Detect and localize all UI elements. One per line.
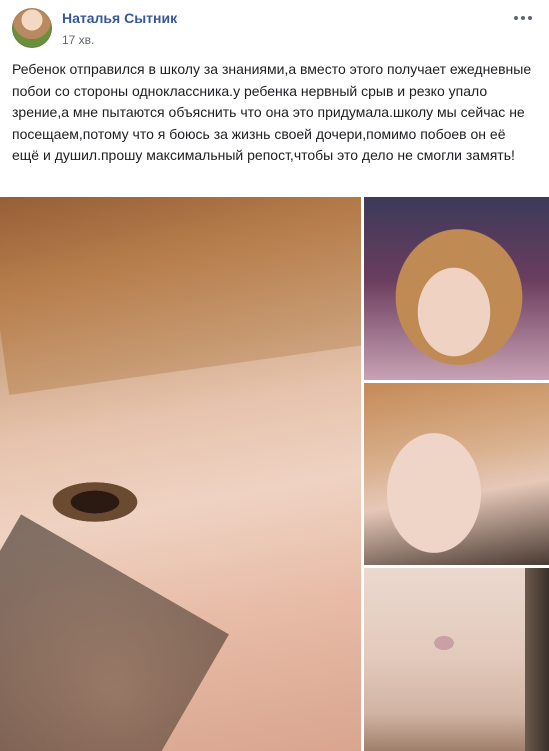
more-dot — [528, 16, 532, 20]
photo-thumbnail-3[interactable] — [364, 568, 549, 751]
author-avatar[interactable] — [12, 8, 52, 48]
post-text: Ребенок отправился в школу за знаниями,а… — [12, 61, 532, 163]
author-name-link[interactable]: Наталья Сытник — [62, 10, 177, 26]
facebook-post: Наталья Сытник 17 хв. Ребенок отправился… — [0, 0, 549, 751]
more-dot — [514, 16, 518, 20]
photo-main[interactable] — [0, 197, 361, 751]
post-timestamp[interactable]: 17 хв. — [62, 33, 94, 47]
photo-thumbnail-2[interactable] — [364, 383, 549, 565]
more-horizontal-icon[interactable] — [511, 8, 535, 28]
more-dot — [521, 16, 525, 20]
photo-thumbnail-1[interactable] — [364, 197, 549, 380]
photo-grid — [0, 197, 549, 751]
post-header: Наталья Сытник 17 хв. — [0, 0, 549, 56]
